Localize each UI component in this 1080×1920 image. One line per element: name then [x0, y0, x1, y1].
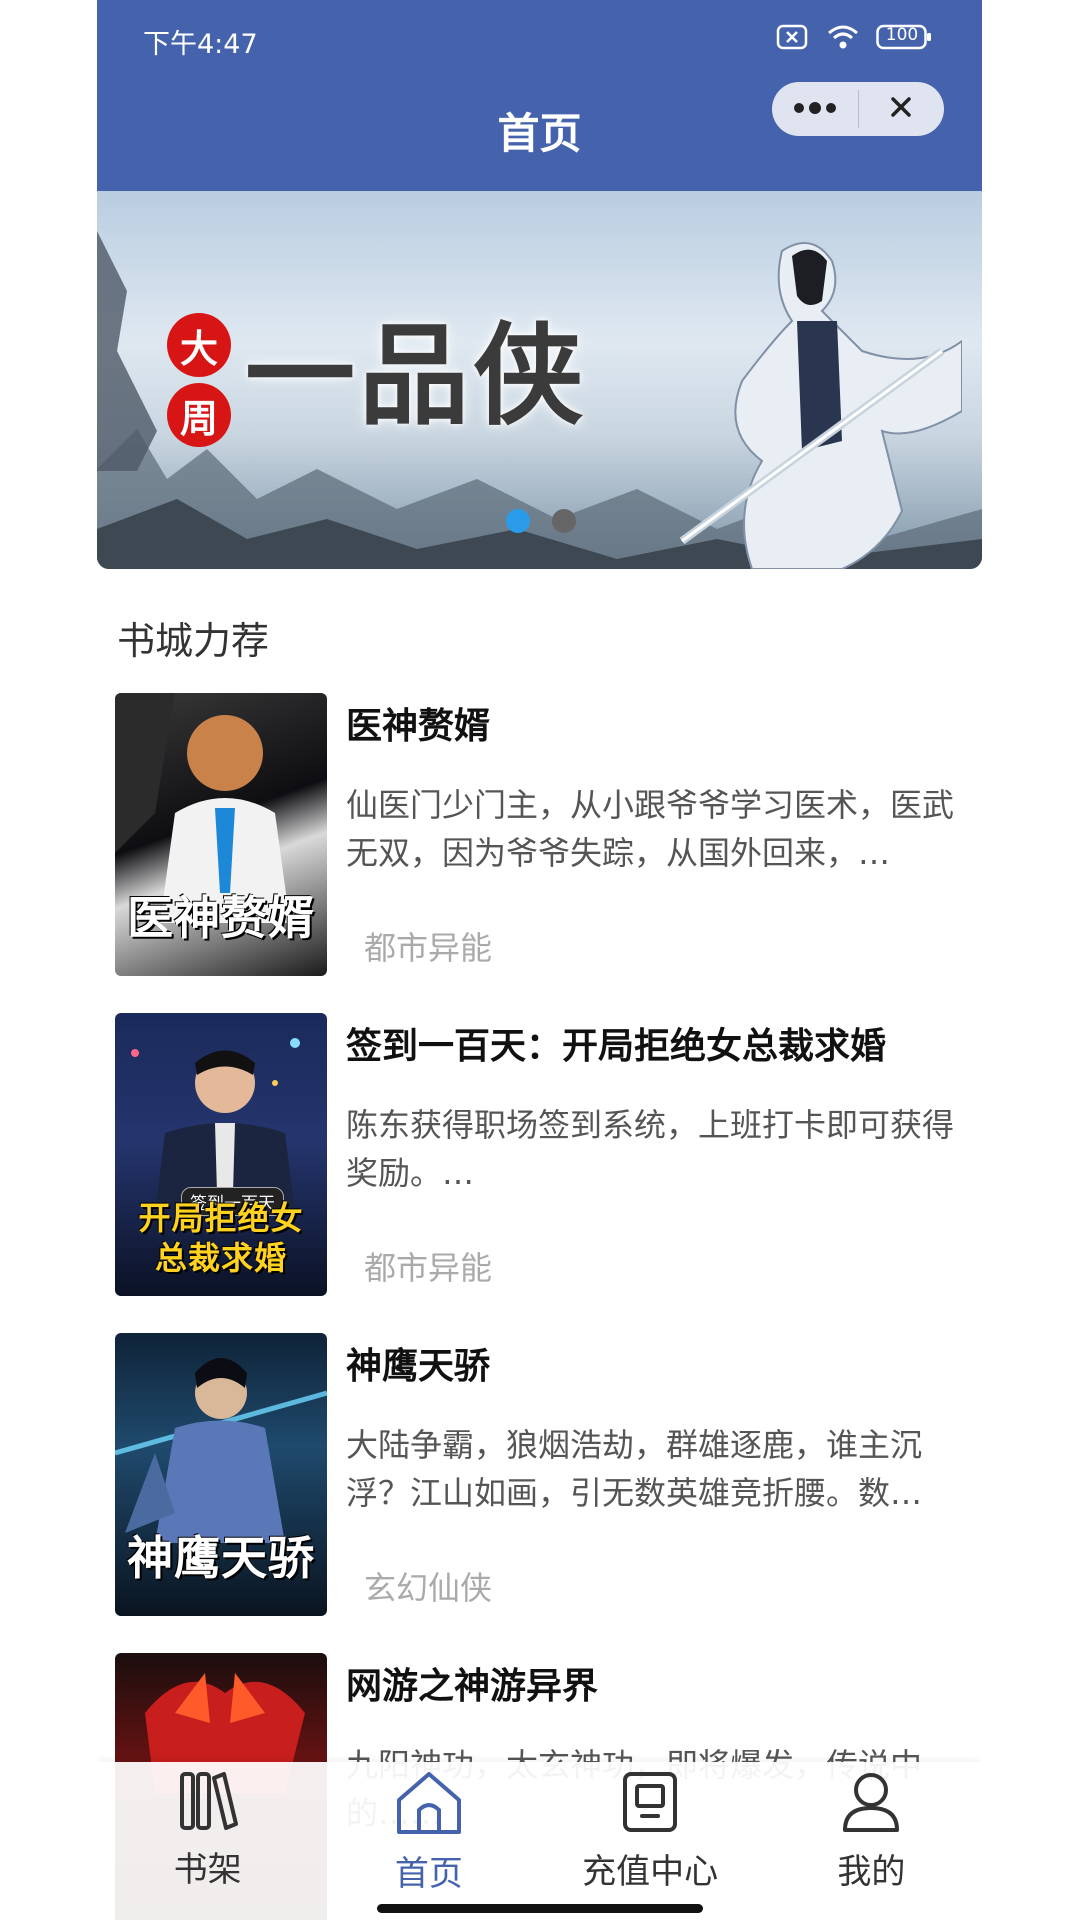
book-cover-text: 医神赘婿: [127, 891, 315, 945]
book-item[interactable]: 签到一百天 开局拒绝女总裁求婚 签到一百天：开局拒绝女总裁求婚 陈东获得职场签到…: [115, 1013, 975, 1303]
book-title[interactable]: 网游之神游异界: [346, 1657, 598, 1709]
sim-off-icon: [776, 24, 810, 54]
miniprogram-capsule: [772, 82, 944, 136]
book-category-tag: 玄幻仙侠: [364, 1569, 493, 1607]
app-screen: 下午4:47 100 首页 大 周 一品侠 书城力荐 医神赘婿 医神赘婿 仙医门…: [97, 0, 982, 1920]
carousel-dot-1[interactable]: [506, 509, 530, 533]
close-icon: [889, 95, 913, 123]
tab-label: 我的: [837, 1852, 906, 1892]
book-description: 陈东获得职场签到系统，上班打卡即可获得奖励。…: [346, 1106, 955, 1192]
book-item[interactable]: 神鹰天骄 神鹰天骄 大陆争霸，狼烟浩劫，群雄逐鹿，谁主沉浮？江山如画，引无数英雄…: [115, 1333, 975, 1623]
battery-level: 100: [885, 25, 919, 45]
banner-title: 一品侠: [245, 311, 587, 440]
book-cover[interactable]: 神鹰天骄: [115, 1333, 327, 1616]
bottom-tab-bar: 书架 首页 充值中心 我的: [97, 1762, 982, 1920]
seal-char-1: 大: [167, 313, 231, 377]
book-category-tag: 都市异能: [364, 929, 493, 967]
book-category-tag: 都市异能: [364, 1249, 493, 1287]
book-cover-text: 神鹰天骄: [127, 1531, 315, 1585]
battery-icon: 100: [876, 24, 932, 54]
user-icon: [839, 1770, 903, 1838]
tab-bookshelf[interactable]: 书架: [97, 1762, 318, 1920]
book-cover[interactable]: 签到一百天 开局拒绝女总裁求婚: [115, 1013, 327, 1296]
wifi-icon: [826, 24, 860, 54]
home-indicator: [377, 1904, 703, 1913]
close-button[interactable]: [859, 82, 945, 136]
tab-label: 书架: [173, 1850, 242, 1890]
recharge-icon: [620, 1770, 680, 1838]
status-time: 下午4:47: [143, 29, 258, 60]
bookshelf-icon: [178, 1770, 238, 1836]
tab-label: 充值中心: [582, 1852, 719, 1892]
tab-recharge-center[interactable]: 充值中心: [540, 1762, 761, 1920]
book-description: 大陆争霸，狼烟浩劫，群雄逐鹿，谁主沉浮？江山如画，引无数英雄竞折腰。数…: [346, 1426, 923, 1512]
status-icons: 100: [776, 24, 932, 54]
section-title: 书城力荐: [117, 619, 270, 663]
tab-label: 首页: [394, 1854, 463, 1894]
book-title[interactable]: 签到一百天：开局拒绝女总裁求婚: [346, 1017, 886, 1069]
book-item[interactable]: 医神赘婿 医神赘婿 仙医门少门主，从小跟爷爷学习医术，医武无双，因为爷爷失踪，从…: [115, 693, 975, 983]
banner-cliff-left: [97, 231, 157, 471]
seal-char-2: 周: [167, 383, 231, 447]
book-title[interactable]: 医神赘婿: [346, 697, 490, 749]
book-cover-text: 开局拒绝女总裁求婚: [138, 1199, 304, 1277]
tab-home[interactable]: 首页: [318, 1762, 539, 1920]
more-icon: [793, 100, 837, 119]
carousel-dot-2[interactable]: [552, 509, 576, 533]
book-cover[interactable]: 医神赘婿: [115, 693, 327, 976]
book-description: 仙医门少门主，从小跟爷爷学习医术，医武无双，因为爷爷失踪，从国外回来，…: [346, 786, 955, 872]
banner-hero-illustration: [679, 242, 962, 569]
header-bar: 下午4:47 100 首页: [97, 0, 982, 191]
home-icon: [393, 1770, 465, 1840]
more-button[interactable]: [772, 82, 858, 136]
tab-mine[interactable]: 我的: [761, 1762, 982, 1920]
banner-carousel[interactable]: 大 周 一品侠: [97, 191, 982, 569]
book-title[interactable]: 神鹰天骄: [346, 1337, 490, 1389]
